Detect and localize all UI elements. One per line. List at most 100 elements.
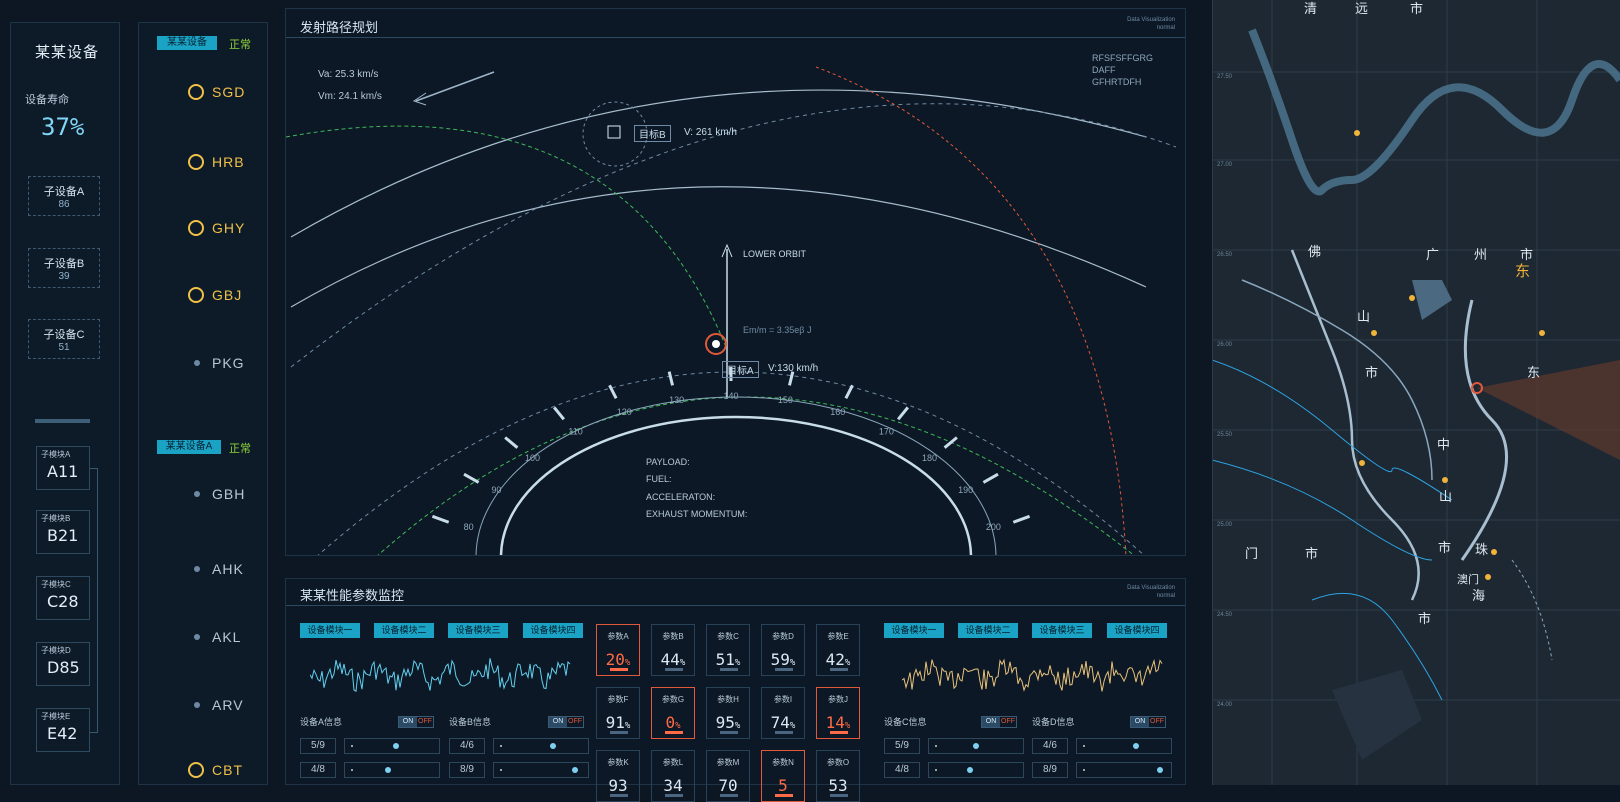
left-module-2[interactable]: 设备模块二 xyxy=(374,623,434,638)
station-item-cbt[interactable]: CBT xyxy=(188,762,243,778)
slider-c2[interactable] xyxy=(928,762,1024,778)
map-tick: 25.00 xyxy=(1217,522,1233,528)
station-panel xyxy=(138,22,268,785)
tr-line-1: RFSFSFFGRG xyxy=(1092,53,1153,63)
info-a-label: 设备A信息 xyxy=(300,717,343,727)
dial-tick xyxy=(897,406,909,421)
param-card[interactable]: 参数K 93 xyxy=(596,750,640,802)
slider-knob[interactable] xyxy=(967,767,973,773)
station-item-gbj[interactable]: GBJ xyxy=(188,287,242,303)
left-module-4[interactable]: 设备模块四 xyxy=(523,623,583,638)
param-card[interactable]: 参数G 0% xyxy=(651,687,695,739)
slider-knob[interactable] xyxy=(550,743,556,749)
info-d-toggle[interactable]: ON OFF xyxy=(1130,716,1166,728)
dial-tick xyxy=(943,436,958,449)
sub-device-label: 子设备C xyxy=(43,329,85,341)
station-item-arv[interactable]: ARV xyxy=(194,697,244,713)
sub-module-e[interactable]: 子模块E E42 xyxy=(36,708,90,752)
param-card[interactable]: 参数A 20% xyxy=(596,624,640,676)
sub-device-b[interactable]: 子设备B 39 xyxy=(28,248,100,288)
dial-tick-label: 100 xyxy=(525,453,540,463)
station-code: SGD xyxy=(212,84,246,100)
info-a-toggle[interactable]: ON OFF xyxy=(398,716,434,728)
dial-tick-label: 160 xyxy=(830,407,845,417)
slider-b1[interactable] xyxy=(493,738,589,754)
map-label: 山 xyxy=(1357,309,1371,324)
sub-module-label: 子模块C xyxy=(41,580,71,589)
info-c-toggle[interactable]: ON OFF xyxy=(981,716,1017,728)
left-module-3[interactable]: 设备模块三 xyxy=(448,623,508,638)
left-waveform xyxy=(310,658,571,693)
param-card[interactable]: 参数C 51% xyxy=(706,624,750,676)
station-code: PKG xyxy=(212,355,245,371)
station-item-akl[interactable]: AKL xyxy=(194,629,242,645)
launch-panel-title: 发射路径规划 xyxy=(300,20,379,35)
right-module-2[interactable]: 设备模块二 xyxy=(958,623,1018,638)
param-bar xyxy=(830,731,848,734)
left-module-1[interactable]: 设备模块一 xyxy=(300,623,360,638)
sub-module-value: A11 xyxy=(47,462,79,481)
param-value: 14% xyxy=(825,713,851,732)
slider-c1[interactable] xyxy=(928,738,1024,754)
param-card[interactable]: 参数E 42% xyxy=(816,624,860,676)
param-card[interactable]: 参数L 34 xyxy=(651,750,695,802)
toggle-on: ON xyxy=(982,717,1000,727)
slider-knob[interactable] xyxy=(973,743,979,749)
dial-tick xyxy=(667,371,674,386)
right-waveform xyxy=(902,658,1163,692)
dot-icon xyxy=(194,566,200,572)
dial-tick-label: 90 xyxy=(491,485,501,495)
param-bar xyxy=(610,794,628,797)
right-module-4[interactable]: 设备模块四 xyxy=(1107,623,1167,638)
map-label: 市 xyxy=(1438,540,1452,555)
param-card[interactable]: 参数B 44% xyxy=(651,624,695,676)
module-connector xyxy=(90,468,98,733)
station-item-sgd[interactable]: SGD xyxy=(188,84,246,100)
sub-module-label: 子模块D xyxy=(41,646,71,655)
sub-device-label: 子设备A xyxy=(43,186,85,198)
param-card[interactable]: 参数F 91% xyxy=(596,687,640,739)
station-code: AKL xyxy=(212,629,242,645)
sub-device-label: 子设备B xyxy=(43,258,85,270)
right-module-3[interactable]: 设备模块三 xyxy=(1032,623,1092,638)
slider-knob[interactable] xyxy=(1157,767,1163,773)
station-item-ahk[interactable]: AHK xyxy=(194,561,244,577)
map-label: 州 xyxy=(1474,247,1488,262)
sub-module-a[interactable]: 子模块A A11 xyxy=(36,446,90,490)
sub-module-b[interactable]: 子模块B B21 xyxy=(36,510,90,554)
param-card[interactable]: 参数J 14% xyxy=(816,687,860,739)
sub-module-d[interactable]: 子模块D D85 xyxy=(36,642,90,686)
param-value: 0% xyxy=(665,713,681,732)
info-b-toggle[interactable]: ON OFF xyxy=(548,716,584,728)
slider-a1[interactable] xyxy=(344,738,440,754)
slider-knob[interactable] xyxy=(572,767,578,773)
param-value: 95% xyxy=(715,713,741,732)
right-module-1[interactable]: 设备模块一 xyxy=(884,623,944,638)
param-bar xyxy=(665,731,683,734)
dial-tick-label: 110 xyxy=(568,426,582,436)
slider-knob[interactable] xyxy=(385,767,391,773)
param-card[interactable]: 参数D 59% xyxy=(761,624,805,676)
slider-knob[interactable] xyxy=(1133,743,1139,749)
sub-module-c[interactable]: 子模块C C28 xyxy=(36,576,90,620)
param-card[interactable]: 参数I 74% xyxy=(761,687,805,739)
sub-device-c[interactable]: 子设备C 51 xyxy=(28,319,100,359)
dial-tick xyxy=(463,472,480,484)
param-card[interactable]: 参数O 53 xyxy=(816,750,860,802)
slider-d1[interactable] xyxy=(1076,738,1172,754)
slider-knob[interactable] xyxy=(393,743,399,749)
ratio-d1: 4/6 xyxy=(1032,738,1068,754)
param-card[interactable]: 参数N 5 xyxy=(761,750,805,802)
param-card[interactable]: 参数H 95% xyxy=(706,687,750,739)
sub-device-a[interactable]: 子设备A 86 xyxy=(28,176,100,216)
slider-b2[interactable] xyxy=(493,762,589,778)
station-item-gbh[interactable]: GBH xyxy=(194,486,245,502)
station-code: GHY xyxy=(212,220,246,236)
slider-d2[interactable] xyxy=(1076,762,1172,778)
station-item-ghy[interactable]: GHY xyxy=(188,220,246,236)
station-item-hrb[interactable]: HRB xyxy=(188,154,245,170)
map-rivers xyxy=(1212,0,1620,785)
slider-a2[interactable] xyxy=(344,762,440,778)
param-card[interactable]: 参数M 70 xyxy=(706,750,750,802)
station-item-pkg[interactable]: PKG xyxy=(194,355,245,371)
